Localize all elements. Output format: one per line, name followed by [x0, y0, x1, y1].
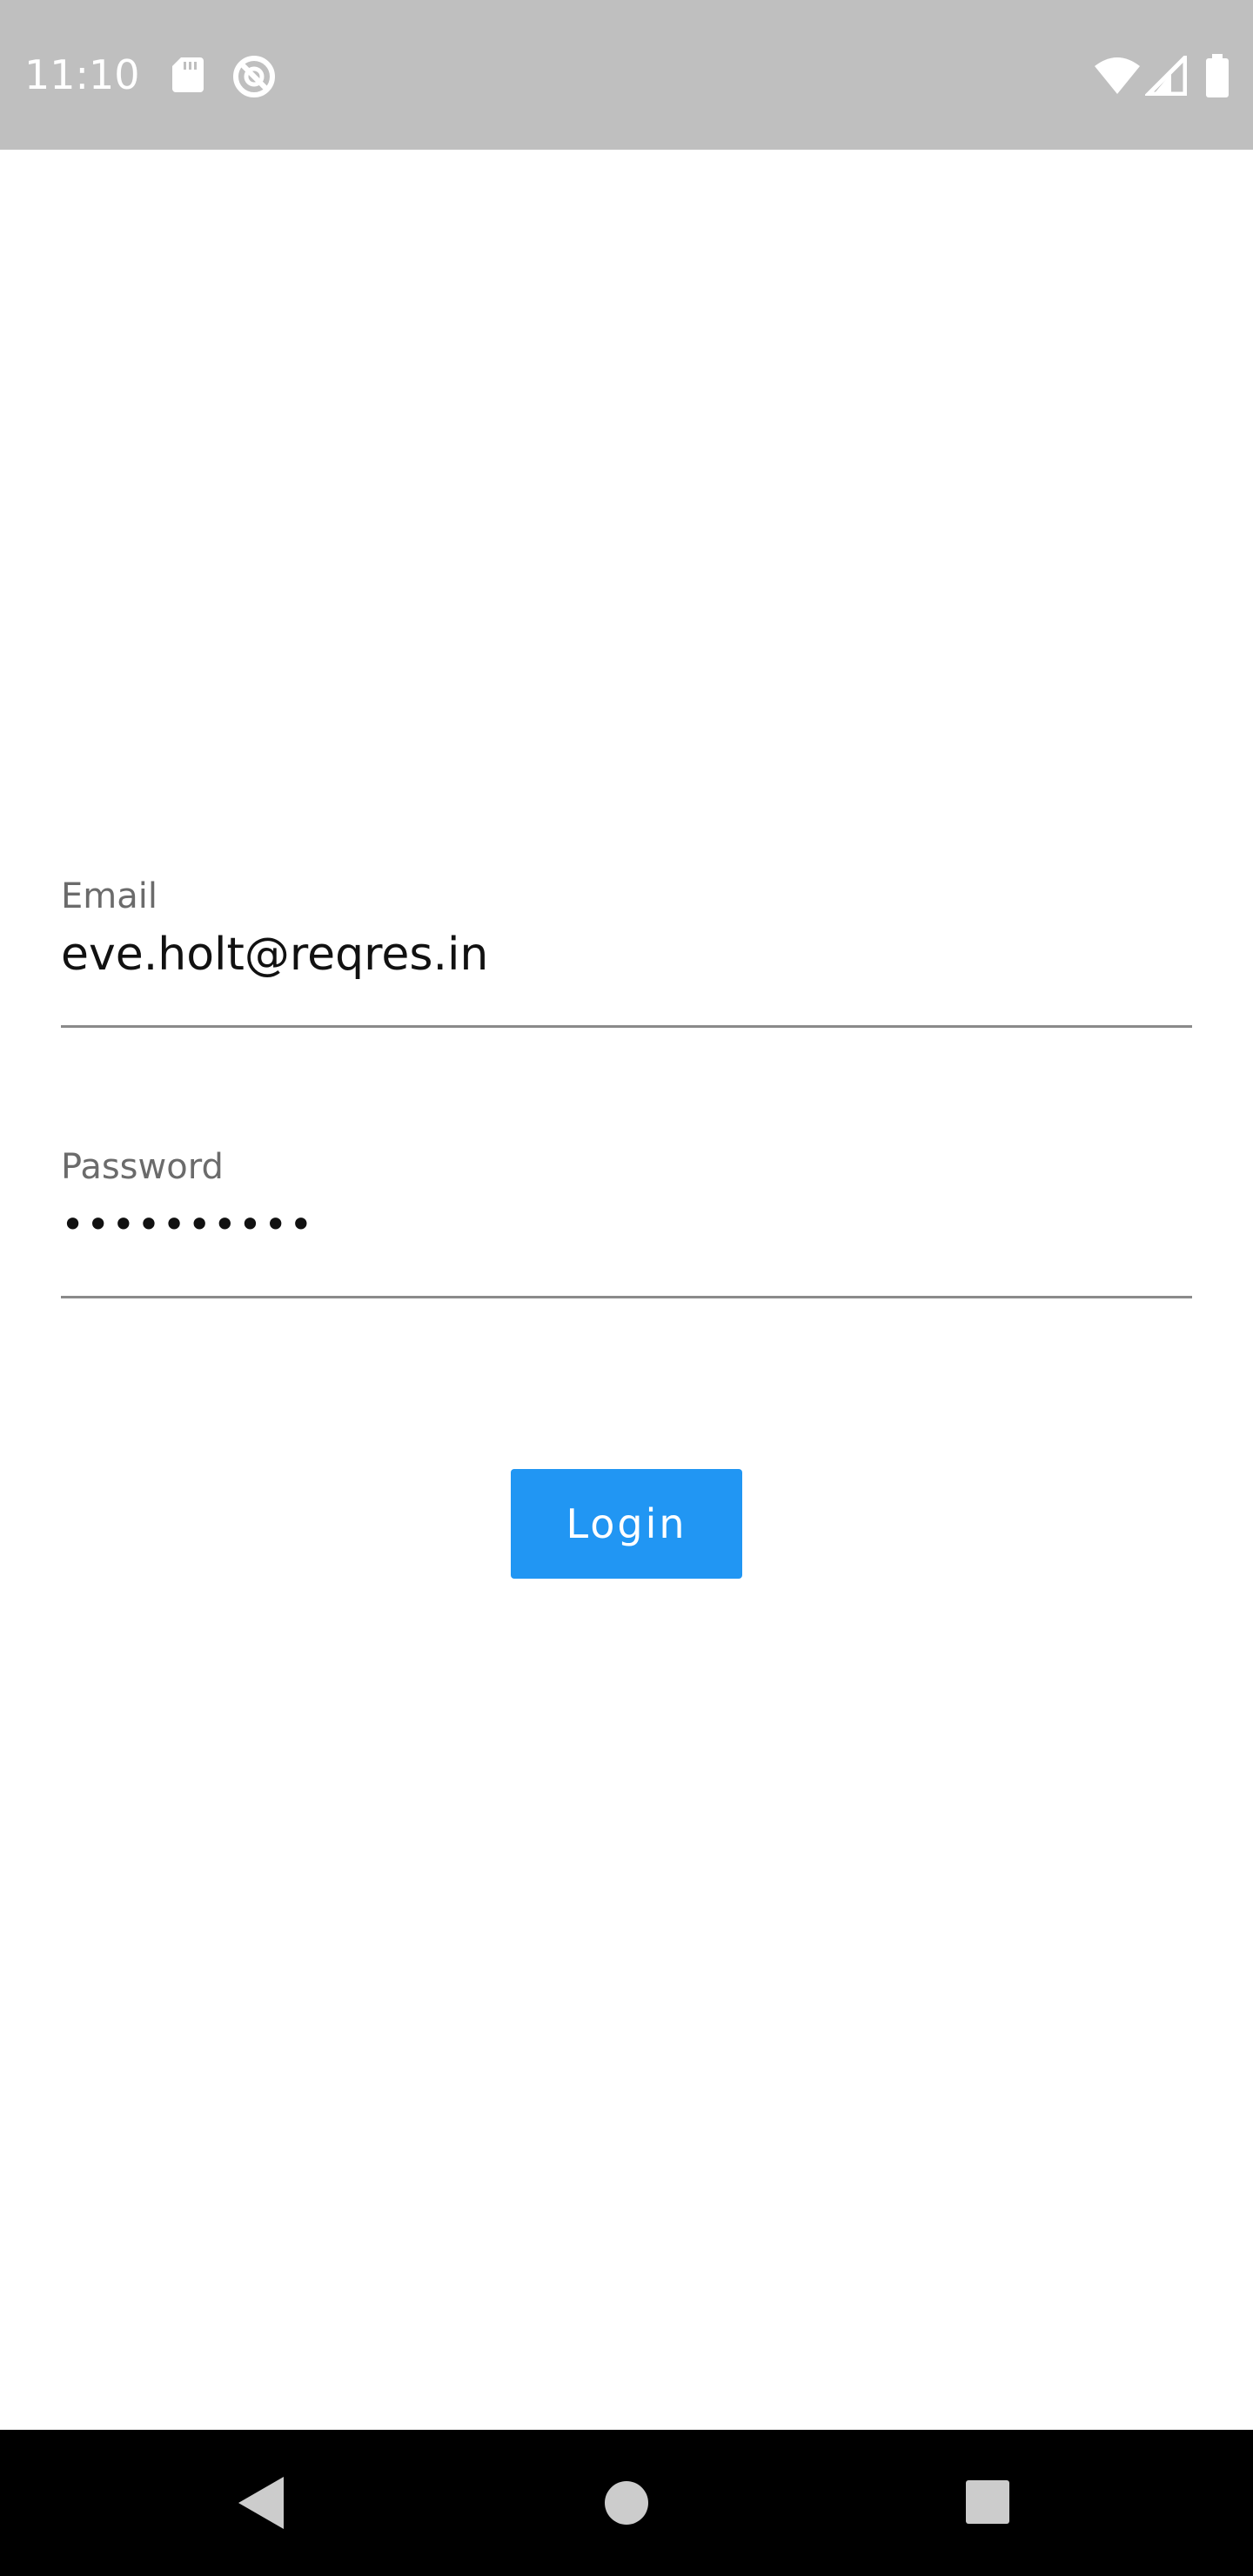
status-time: 11:10 — [24, 51, 140, 98]
login-button[interactable]: Login — [511, 1469, 742, 1579]
email-underline — [61, 1025, 1192, 1028]
navigation-bar — [0, 2430, 1253, 2576]
home-icon[interactable] — [604, 2480, 649, 2526]
password-underline — [61, 1296, 1192, 1298]
email-input[interactable]: eve.holt@reqres.in — [61, 926, 488, 983]
do-not-disturb-icon — [233, 56, 275, 97]
back-icon[interactable] — [237, 2475, 285, 2531]
battery-icon — [1206, 54, 1229, 97]
status-bar: 11:10 — [0, 0, 1253, 150]
cell-signal-icon — [1145, 56, 1187, 96]
sd-card-icon — [172, 57, 204, 92]
password-label: Password — [61, 1147, 224, 1187]
recents-icon[interactable] — [966, 2480, 1009, 2524]
wifi-icon — [1095, 57, 1140, 94]
password-input[interactable]: •••••••••• — [61, 1196, 314, 1253]
email-label: Email — [61, 876, 157, 916]
